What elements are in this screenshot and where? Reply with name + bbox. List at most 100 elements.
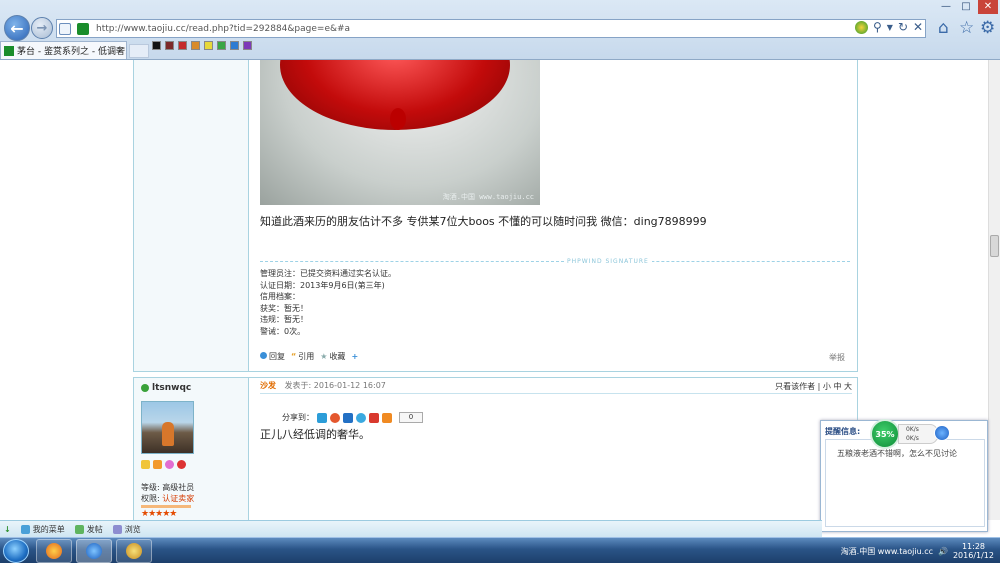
- system-tray: 淘酒.中国 www.taojiu.cc 🔊 11:28 2016/1/12: [841, 542, 994, 560]
- address-bar[interactable]: http://www.taojiu.cc/read.php?tid=292884…: [56, 19, 926, 38]
- forward-button[interactable]: →: [31, 17, 53, 39]
- clock-date: 2016/1/12: [952, 551, 994, 560]
- gear-icon[interactable]: ⚙: [980, 18, 995, 38]
- ie-logo-icon: [934, 425, 950, 441]
- share-weibo-icon[interactable]: [330, 412, 340, 423]
- share-renren-icon[interactable]: [343, 412, 353, 423]
- download-icon[interactable]: ↓: [4, 525, 11, 534]
- taskbar-app-ie[interactable]: [76, 539, 112, 563]
- post-body-text: 知道此酒来历的朋友估计不多 专供某7位大boos 不懂的可以随时问我 微信：di…: [260, 215, 707, 228]
- paint-icon: [126, 543, 142, 559]
- report-link[interactable]: 举报: [829, 352, 845, 363]
- post-timestamp: 发表于: 2016-01-12 16:07: [284, 381, 386, 390]
- post-actions: 回复 “引用 ★ 收藏 +: [260, 351, 358, 362]
- avatar[interactable]: [141, 401, 194, 454]
- share-more-icon[interactable]: [382, 412, 392, 423]
- forum-post: 淘酒.中国 www.taojiu.cc 知道此酒来历的朋友估计不多 专供某7位大…: [133, 60, 858, 372]
- level-value: 高级社员: [162, 483, 195, 492]
- font-large-link[interactable]: 大: [844, 382, 852, 391]
- share-label: 分享到：: [282, 413, 314, 422]
- floor-label: 沙发: [260, 381, 276, 390]
- permission-label: 权限:: [141, 494, 160, 503]
- clock-time: 11:28: [961, 542, 986, 551]
- menu-icon: [20, 524, 30, 534]
- site-favicon-icon: [4, 45, 14, 56]
- compat-view-icon[interactable]: [59, 22, 71, 35]
- level-label: 等级:: [141, 483, 160, 492]
- dropdown-icon[interactable]: ▼: [887, 23, 893, 32]
- view-author-only-link[interactable]: 只看该作者: [775, 382, 815, 391]
- tab-row: 茅台 - 鉴赏系列之 - 低调奢... ✕: [0, 41, 1000, 59]
- ie-logo-icon: [86, 543, 102, 559]
- signature-label: PHPWIND SIGNATURE: [564, 258, 652, 265]
- quote-icon: “: [291, 352, 297, 361]
- volume-icon[interactable]: 🔊: [938, 547, 948, 556]
- quote-label: 引用: [298, 352, 315, 361]
- online-status-icon: [141, 384, 149, 392]
- taskbar-app-media[interactable]: [36, 539, 72, 563]
- favorite-button[interactable]: ★ 收藏: [320, 351, 345, 362]
- photo-watermark: 淘酒.中国 www.taojiu.cc: [442, 193, 534, 201]
- back-button[interactable]: ←: [4, 15, 30, 41]
- home-icon[interactable]: ⌂: [938, 18, 949, 38]
- mail-icon[interactable]: [153, 460, 162, 469]
- font-medium-link[interactable]: 中: [833, 382, 841, 391]
- maximize-button[interactable]: □: [956, 0, 976, 14]
- post-header: 沙发 发表于: 2016-01-12 16:07 只看该作者 | 小 中 大: [260, 380, 852, 394]
- medal-icon: [165, 460, 174, 469]
- edit-icon: [74, 524, 84, 534]
- more-button[interactable]: +: [351, 352, 358, 361]
- taskbar-app-paint[interactable]: [116, 539, 152, 563]
- favorite-label: 收藏: [329, 352, 346, 361]
- start-button[interactable]: [3, 539, 29, 563]
- reminder-message[interactable]: 五粮液老酒不错啊，怎么不见讨论: [837, 448, 957, 459]
- stop-icon[interactable]: ✕: [913, 20, 923, 34]
- post-author-column: ltsnwqc 等级: 高级社员 权限: 认证卖家 ★★★★★: [134, 378, 249, 520]
- close-window-button[interactable]: ✕: [978, 0, 998, 14]
- share-count: 0: [399, 412, 423, 423]
- signature-line: 认证日期：2013年9月6日(第三年): [260, 280, 385, 290]
- browser-chrome: — □ ✕ ← → http://www.taojiu.cc/read.php?…: [0, 0, 1000, 60]
- search-icon[interactable]: ⚲: [873, 20, 882, 34]
- speed-percent: 35%: [870, 419, 900, 449]
- minimize-button[interactable]: —: [936, 0, 956, 14]
- signature-line: 信用档案：: [260, 292, 300, 301]
- username[interactable]: ltsnwqc: [141, 383, 191, 393]
- quote-button[interactable]: “引用: [291, 351, 314, 362]
- new-post-link[interactable]: 发帖: [74, 524, 103, 535]
- red-drip-shape: [390, 108, 406, 130]
- signature-block: 管理员注：已提交资料通过实名认证。 认证日期：2013年9月6日(第三年) 信用…: [260, 268, 396, 337]
- permission-value: 认证卖家: [162, 494, 195, 503]
- favorites-star-icon[interactable]: ☆: [959, 18, 974, 38]
- share-kaixin-icon[interactable]: [369, 412, 379, 423]
- vertical-scrollbar[interactable]: [988, 60, 1000, 520]
- download-speed: 0K/s: [906, 435, 919, 442]
- refresh-icon[interactable]: ↻: [898, 20, 908, 34]
- upload-speed: 0K/s: [906, 426, 919, 433]
- my-menu-label: 我的菜单: [32, 524, 65, 534]
- tab-title: 茅台 - 鉴赏系列之 - 低调奢...: [17, 47, 127, 57]
- url-text[interactable]: http://www.taojiu.cc/read.php?tid=292884…: [96, 24, 350, 34]
- new-tab-button[interactable]: [129, 44, 149, 58]
- taskbar: 淘酒.中国 www.taojiu.cc 🔊 11:28 2016/1/12: [0, 537, 1000, 563]
- post-photo[interactable]: 淘酒.中国 www.taojiu.cc: [260, 60, 540, 205]
- scrollbar-thumb[interactable]: [990, 235, 999, 257]
- my-menu-link[interactable]: 我的菜单: [20, 524, 65, 535]
- share-tencent-icon[interactable]: [356, 412, 366, 423]
- tray-text: 淘酒.中国 www.taojiu.cc: [840, 546, 933, 556]
- post-view-options: 只看该作者 | 小 中 大: [775, 382, 852, 391]
- tab-active[interactable]: 茅台 - 鉴赏系列之 - 低调奢... ✕: [0, 41, 127, 59]
- font-small-link[interactable]: 小: [823, 382, 831, 391]
- user-medals: [141, 460, 186, 469]
- clock[interactable]: 11:28 2016/1/12: [953, 542, 994, 560]
- rank-stars: ★★★★★: [141, 509, 177, 519]
- network-speed-widget[interactable]: 35% 0K/s 0K/s: [870, 419, 950, 449]
- reply-button[interactable]: 回复: [260, 351, 285, 362]
- share-qzone-icon[interactable]: [317, 412, 327, 423]
- new-post-label: 发帖: [86, 524, 103, 534]
- browse-link[interactable]: 浏览: [112, 524, 141, 535]
- reply-label: 回复: [269, 352, 285, 361]
- share-bar: 分享到： 0: [282, 412, 423, 423]
- medal-icon: [141, 460, 150, 469]
- qq-icon[interactable]: [177, 460, 186, 469]
